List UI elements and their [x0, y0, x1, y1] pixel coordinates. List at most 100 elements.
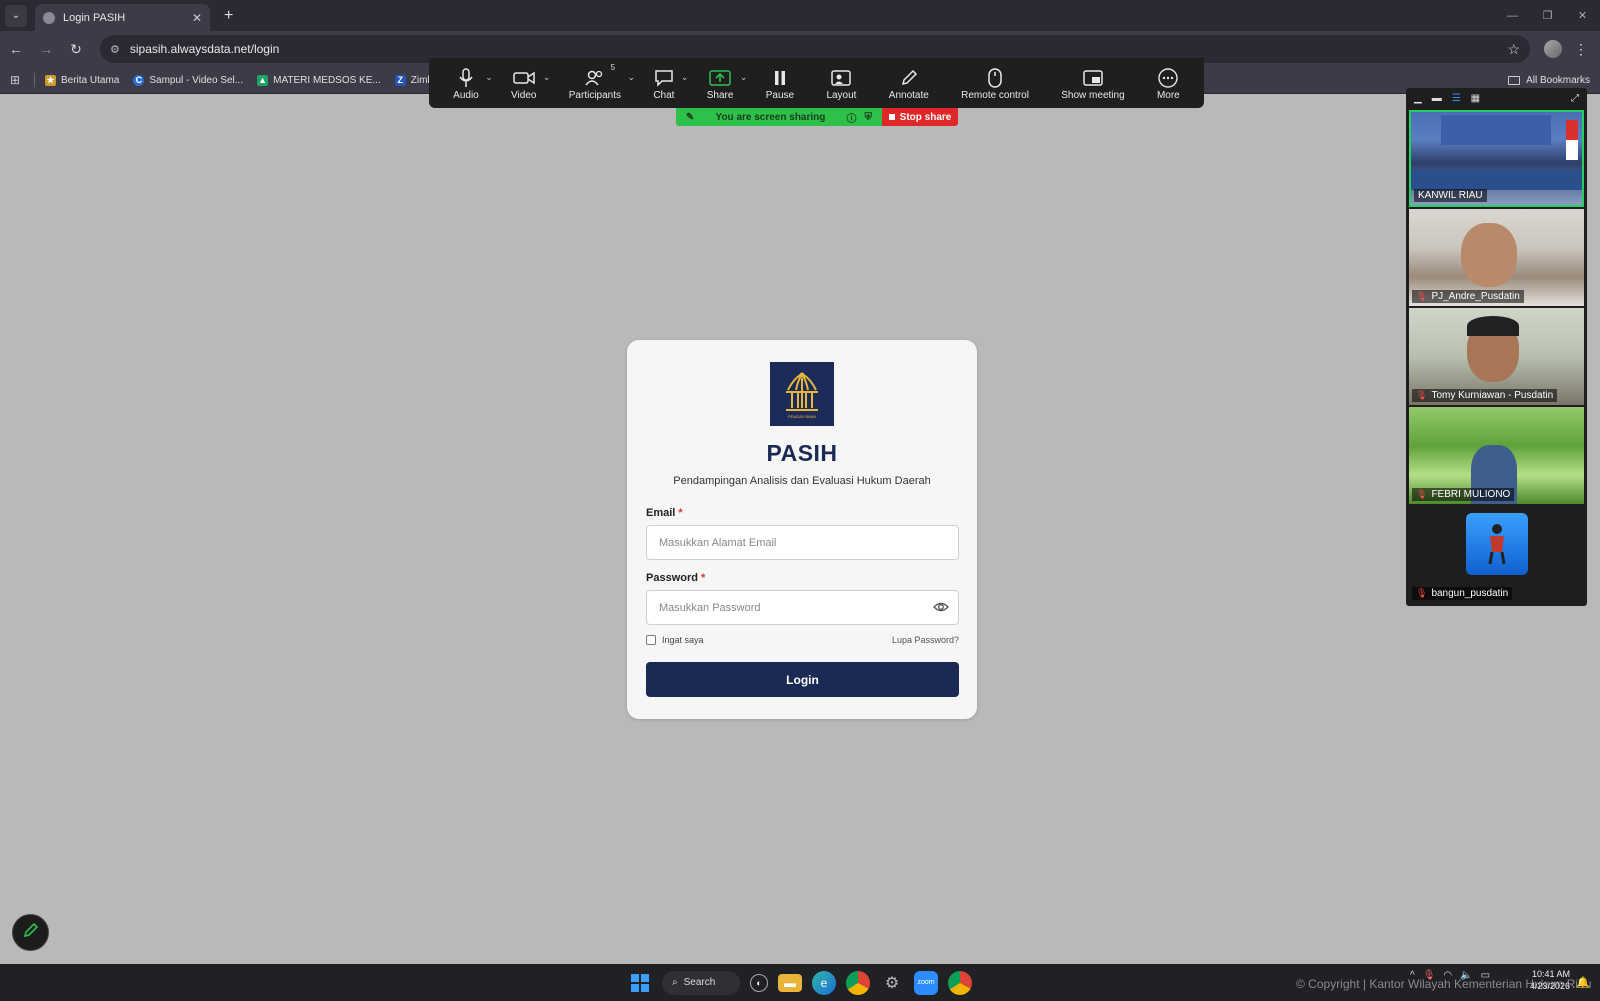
participants-label: Participants	[568, 89, 622, 101]
checkbox-box[interactable]	[646, 635, 656, 645]
folder-icon	[1508, 76, 1521, 85]
taskbar-search[interactable]: ⌕ Search	[662, 970, 740, 995]
chevron-down-icon[interactable]: ⌄	[485, 72, 493, 83]
file-explorer-icon[interactable]: ▬	[778, 973, 802, 992]
minimize-gallery-icon[interactable]: ▁	[1414, 93, 1422, 104]
video-button[interactable]: ⌄ Video	[511, 66, 550, 101]
tray-chevron-icon[interactable]: ^	[1410, 970, 1415, 981]
reload-icon[interactable]: ↻	[62, 35, 90, 63]
window-close-icon[interactable]: ✕	[1565, 0, 1600, 31]
sharing-indicator: ✎ You are screen sharing ⓘ ⛨	[676, 108, 882, 126]
meeting-table-image	[1411, 170, 1582, 190]
mic-muted-tray-icon[interactable]: 🎙	[1423, 970, 1436, 981]
zoom-share-toolbar: ⌄ Audio ⌄ Video 5 ⌄ Participants ⌄ Chat …	[429, 58, 1204, 108]
bookmark-star-icon[interactable]: ☆	[1507, 41, 1520, 58]
browser-tab-bar: ⌄ Login PASIH ✕ + — ❐ ✕	[0, 0, 1600, 31]
bookmark-item[interactable]: C Sampul - Video Sel...	[133, 74, 244, 86]
grid-view-icon[interactable]: ▦	[1471, 93, 1480, 104]
minimize-icon[interactable]: —	[1495, 0, 1530, 31]
chevron-down-icon[interactable]: ⌄	[543, 72, 551, 83]
participant-video-tile[interactable]: 🎙 FEBRI MULIONO	[1409, 407, 1584, 504]
strip-view-icon[interactable]: ☰	[1452, 93, 1461, 104]
bookmark-label: Sampul - Video Sel...	[149, 74, 244, 86]
chrome-profile-icon[interactable]	[948, 970, 972, 995]
restore-icon[interactable]: ❐	[1530, 0, 1565, 31]
tab-close-icon[interactable]: ✕	[192, 11, 202, 25]
tab-list-dropdown[interactable]: ⌄	[5, 4, 27, 27]
apps-grid-icon[interactable]: ⊞	[10, 73, 24, 87]
layout-button[interactable]: Layout	[826, 66, 856, 101]
more-button[interactable]: More	[1157, 66, 1180, 101]
muted-mic-icon: 🎙	[1416, 390, 1428, 400]
new-tab-icon[interactable]: +	[224, 7, 233, 25]
info-icon[interactable]: ⓘ	[847, 110, 857, 125]
chevron-down-icon[interactable]: ⌄	[681, 72, 689, 83]
forgot-password-link[interactable]: Lupa Password?	[892, 635, 959, 645]
forward-icon[interactable]: →	[32, 35, 60, 63]
browser-menu-icon[interactable]: ⋮	[1574, 41, 1588, 58]
edge-icon[interactable]: e	[812, 970, 836, 995]
show-password-eye-icon[interactable]	[933, 599, 949, 615]
volume-icon[interactable]: 🔈	[1460, 970, 1472, 981]
settings-icon[interactable]: ⚙	[880, 971, 904, 995]
tab-favicon-icon	[43, 11, 55, 24]
wifi-icon[interactable]: ◠	[1443, 970, 1452, 981]
more-dots-icon	[1158, 66, 1179, 90]
pause-label: Pause	[765, 89, 795, 101]
drive-icon: ▲	[257, 74, 269, 86]
show-meeting-button[interactable]: Show meeting	[1061, 66, 1125, 101]
remember-me-checkbox[interactable]: Ingat saya	[646, 635, 704, 645]
more-label: More	[1156, 89, 1180, 101]
url-text: sipasih.alwaysdata.net/login	[129, 42, 280, 56]
expand-icon[interactable]: ⤢	[1571, 93, 1579, 104]
back-icon[interactable]: ←	[2, 35, 30, 63]
chevron-down-icon[interactable]: ⌄	[740, 72, 748, 83]
chat-bubble-icon	[654, 66, 674, 90]
chat-button[interactable]: ⌄ Chat	[653, 66, 688, 101]
remote-control-button[interactable]: Remote control	[961, 66, 1029, 101]
share-screen-icon	[709, 66, 731, 90]
participant-video-tile[interactable]: 🎙 bangun_pusdatin	[1409, 506, 1584, 603]
screen-sharing-status-bar: ✎ You are screen sharing ⓘ ⛨ Stop share	[676, 108, 958, 126]
required-mark: *	[678, 507, 683, 519]
zoom-video-gallery: ▁ ▬ ☰ ▦ ⤢ KANWIL RIAU 🎙 PJ_Andre_Pusdatin…	[1406, 88, 1587, 606]
pin-icon[interactable]: ✎	[686, 112, 694, 123]
bookmark-label: MATERI MEDSOS KE...	[273, 74, 381, 86]
zoom-app-icon[interactable]: zoom	[914, 970, 938, 995]
shield-icon[interactable]: ⛨	[865, 112, 873, 123]
password-field[interactable]	[646, 590, 959, 625]
zimbra-icon: Z	[394, 74, 406, 86]
logo-caption: PENGAYOMAN	[788, 414, 816, 419]
login-button[interactable]: Login	[646, 662, 959, 697]
participants-button[interactable]: 5 ⌄ Participants	[568, 63, 635, 101]
chat-label: Chat	[653, 89, 675, 101]
share-button[interactable]: ⌄ Share	[707, 66, 747, 101]
battery-icon[interactable]: ▭	[1481, 970, 1490, 981]
search-label: Search	[683, 977, 716, 988]
site-settings-icon[interactable]: ⚙	[110, 43, 120, 56]
participant-video-tile[interactable]: 🎙 PJ_Andre_Pusdatin	[1409, 209, 1584, 306]
stop-share-button[interactable]: Stop share	[882, 108, 958, 126]
bookmark-item[interactable]: ★ Berita Utama	[45, 74, 119, 86]
chrome-icon[interactable]	[846, 970, 870, 995]
audio-button[interactable]: ⌄ Audio	[453, 66, 493, 101]
active-speaker-view-icon[interactable]: ▬	[1432, 93, 1442, 104]
profile-avatar[interactable]	[1544, 40, 1562, 58]
browser-tab-active[interactable]: Login PASIH ✕	[35, 4, 210, 31]
pause-button[interactable]: Pause	[766, 66, 794, 101]
widgets-icon[interactable]: ◐	[750, 973, 768, 992]
email-field[interactable]	[646, 525, 959, 560]
windows-start-icon[interactable]	[628, 971, 652, 995]
show-meeting-label: Show meeting	[1061, 89, 1125, 101]
muted-mic-icon: 🎙	[1416, 489, 1428, 499]
participant-name-tag: 🎙 bangun_pusdatin	[1412, 587, 1513, 600]
chevron-down-icon[interactable]: ⌄	[627, 72, 635, 83]
participant-video-tile[interactable]: 🎙 Tomy Kurniawan - Pusdatin	[1409, 308, 1584, 405]
remote-control-label: Remote control	[961, 89, 1029, 101]
participant-video-tile[interactable]: KANWIL RIAU	[1409, 110, 1584, 207]
annotation-tool-button[interactable]	[12, 914, 49, 951]
notification-bell-icon[interactable]: 🔔	[1576, 976, 1590, 989]
taskbar-clock[interactable]: 10:41 AM 4/23/2026	[1530, 968, 1570, 992]
bookmark-item[interactable]: ▲ MATERI MEDSOS KE...	[257, 74, 381, 86]
annotate-button[interactable]: Annotate	[889, 66, 929, 101]
